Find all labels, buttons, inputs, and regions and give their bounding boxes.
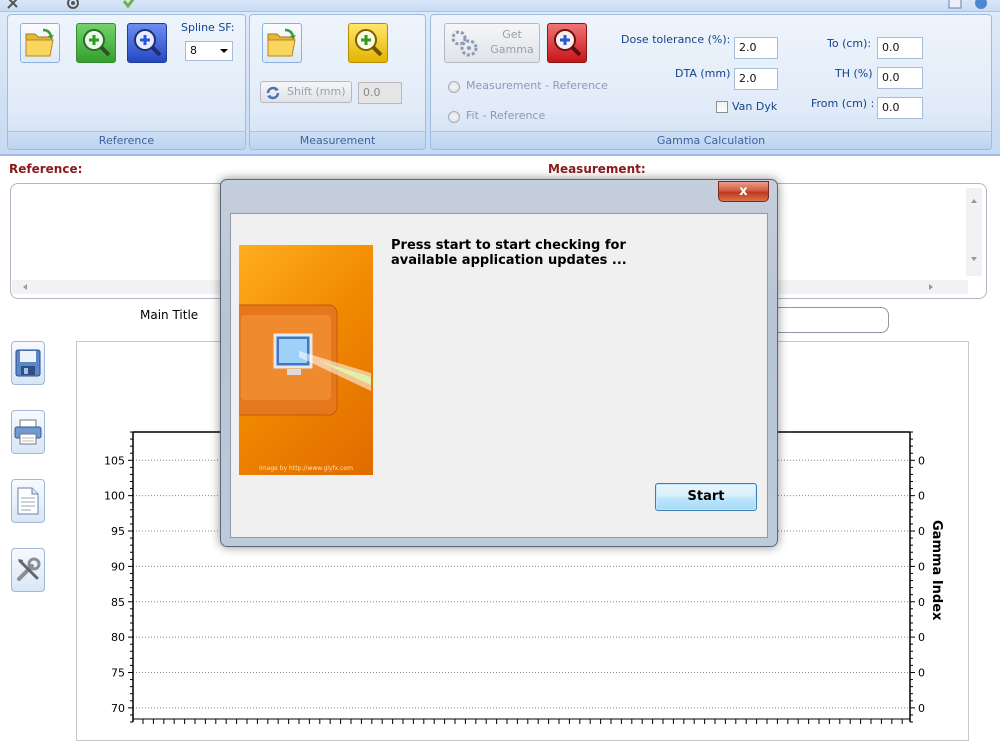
- measurement-reference-label: Measurement - Reference: [466, 79, 608, 92]
- gears-icon: [451, 30, 478, 57]
- vertical-scrollbar[interactable]: [966, 188, 982, 276]
- update-message: Press start to start checking for availa…: [391, 238, 627, 268]
- y-tick-label: 80: [111, 631, 125, 644]
- van-dyk-checkbox[interactable]: [716, 101, 728, 113]
- y2-tick-label: 0: [918, 702, 925, 715]
- y-tick-label: 105: [104, 454, 125, 467]
- quick-access-toolbar: [0, 0, 1000, 12]
- measurement-group: Shift (mm) 0.0 Measurement: [249, 14, 426, 150]
- scroll-up-icon[interactable]: [971, 198, 977, 204]
- get-gamma-button[interactable]: Get Gamma: [444, 23, 540, 63]
- scroll-left-icon[interactable]: [22, 284, 28, 290]
- spline-sf-value: 8: [190, 44, 197, 57]
- to-input[interactable]: 0.0: [877, 37, 923, 59]
- help-icon[interactable]: [974, 0, 988, 10]
- close-button[interactable]: x: [718, 181, 769, 202]
- shift-input[interactable]: 0.0: [358, 82, 402, 104]
- open-measurement-button[interactable]: [262, 23, 302, 63]
- from-label: From (cm) :: [811, 97, 875, 110]
- printer-icon: [14, 419, 42, 445]
- y-tick-label: 95: [111, 525, 125, 538]
- spline-sf-label: Spline SF:: [181, 21, 235, 34]
- dose-tolerance-label: Dose tolerance (%):: [621, 33, 731, 46]
- zoom-in-icon: [83, 29, 111, 57]
- chevron-down-icon: [220, 49, 228, 53]
- zoom-measurement-button[interactable]: [348, 23, 388, 63]
- document-button[interactable]: [11, 479, 45, 523]
- zoom-gamma-button[interactable]: [547, 23, 587, 63]
- save-button[interactable]: [11, 341, 45, 385]
- ribbon: Spline SF: 8 Reference Shift (mm) 0.0 Me…: [0, 12, 1000, 156]
- measurement-reference-radio[interactable]: [448, 81, 460, 93]
- to-label: To (cm):: [827, 37, 872, 50]
- update-dialog: x Image by http://www.glyfx.com Press st…: [220, 179, 778, 547]
- close-icon: x: [739, 184, 748, 199]
- title-input[interactable]: [770, 307, 889, 333]
- chart-main-title: Main Title: [140, 308, 199, 322]
- monitor-icon: [239, 304, 371, 416]
- open-folder-icon: [267, 28, 296, 57]
- settings-icon[interactable]: [66, 0, 80, 10]
- y2-tick-label: 0: [918, 596, 925, 609]
- image-credit: Image by http://www.glyfx.com: [259, 465, 353, 472]
- measurement-group-label: Measurement: [250, 131, 425, 149]
- save-icon: [15, 349, 41, 377]
- refresh-icon: [266, 86, 280, 100]
- zoom-in-icon: [554, 29, 582, 57]
- y2-axis-label: Gamma Index: [929, 520, 944, 621]
- dta-label: DTA (mm): [675, 67, 731, 80]
- th-label: TH (%): [835, 67, 873, 80]
- start-button-label: Start: [687, 489, 725, 504]
- check-icon[interactable]: [122, 0, 136, 10]
- fit-reference-radio[interactable]: [448, 111, 460, 123]
- zoom-icon: [134, 29, 162, 57]
- document-icon: [17, 487, 39, 515]
- tools-button[interactable]: [11, 548, 45, 592]
- y2-tick-label: 0: [918, 666, 925, 679]
- gamma-calculation-group: Get Gamma Measurement - Reference Fit - …: [430, 14, 992, 150]
- y2-tick-label: 0: [918, 525, 925, 538]
- shift-button[interactable]: Shift (mm): [260, 81, 352, 103]
- measurement-section-title: Measurement:: [548, 162, 646, 176]
- y2-tick-label: 0: [918, 490, 925, 503]
- dta-input[interactable]: 2.0: [734, 68, 778, 90]
- get-gamma-label-line1: Get: [502, 28, 522, 41]
- dose-tolerance-input[interactable]: 2.0: [734, 37, 778, 59]
- window-icon[interactable]: [948, 0, 962, 10]
- start-button[interactable]: Start: [655, 483, 757, 511]
- reference-group: Spline SF: 8 Reference: [7, 14, 246, 150]
- th-input[interactable]: 0.0: [877, 67, 923, 89]
- gamma-calculation-group-label: Gamma Calculation: [431, 131, 991, 149]
- dialog-content: Image by http://www.glyfx.com Press star…: [230, 213, 768, 538]
- open-folder-icon: [25, 28, 54, 57]
- y-tick-label: 70: [111, 702, 125, 715]
- tools-icon[interactable]: [6, 0, 20, 10]
- open-reference-button[interactable]: [20, 23, 60, 63]
- fit-reference-label: Fit - Reference: [466, 109, 546, 122]
- y-tick-label: 90: [111, 560, 125, 573]
- y2-tick-label: 0: [918, 631, 925, 644]
- reference-group-label: Reference: [8, 131, 245, 149]
- zoom-in-icon: [355, 29, 383, 57]
- y2-tick-label: 0: [918, 454, 925, 467]
- y-tick-label: 75: [111, 666, 125, 679]
- y-tick-label: 85: [111, 596, 125, 609]
- reference-section-title: Reference:: [9, 162, 83, 176]
- spline-sf-select[interactable]: 8: [185, 41, 233, 61]
- update-image: Image by http://www.glyfx.com: [239, 245, 373, 475]
- get-gamma-label-line2: Gamma: [490, 43, 534, 56]
- scroll-right-icon[interactable]: [928, 284, 934, 290]
- from-input[interactable]: 0.0: [877, 97, 923, 119]
- y2-tick-label: 0: [918, 560, 925, 573]
- shift-label: Shift (mm): [287, 85, 346, 98]
- van-dyk-label: Van Dyk: [732, 100, 778, 113]
- print-button[interactable]: [11, 410, 45, 454]
- y-tick-label: 100: [104, 490, 125, 503]
- tools-icon: [17, 557, 41, 581]
- zoom-out-reference-button[interactable]: [127, 23, 167, 63]
- zoom-in-reference-button[interactable]: [76, 23, 116, 63]
- scroll-down-icon[interactable]: [971, 256, 977, 262]
